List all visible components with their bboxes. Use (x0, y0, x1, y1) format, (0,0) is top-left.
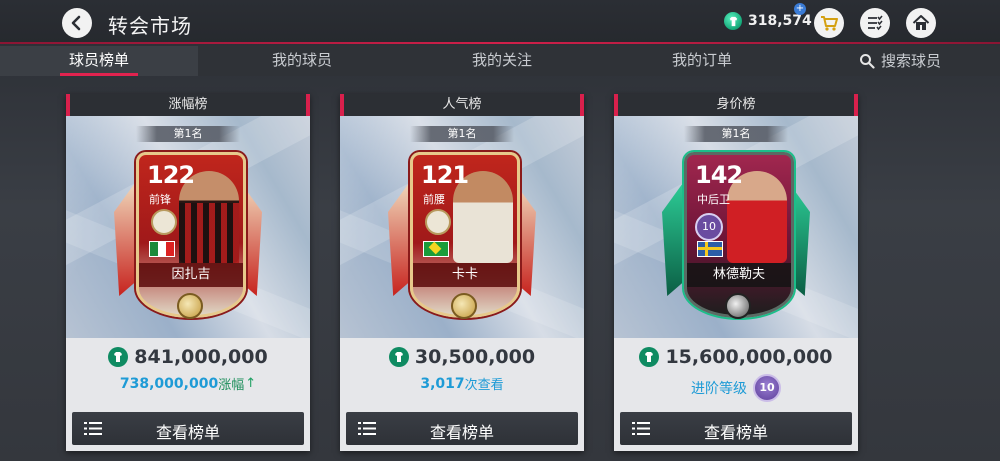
tab-my-orders[interactable]: 我的订单 (662, 46, 742, 76)
player-rating: 121 (421, 161, 469, 189)
view-count-value: 3,017 (420, 375, 465, 392)
shopping-cart-icon (821, 16, 838, 31)
view-ranking-button[interactable]: 查看榜单 (72, 412, 304, 445)
ball-icon (177, 293, 203, 319)
view-section: 查看榜单 (340, 404, 584, 451)
coin-icon (388, 347, 409, 367)
tab-search-players[interactable]: 搜索球员 (848, 46, 952, 76)
back-button[interactable] (62, 8, 92, 38)
card-header: 人气榜 (340, 94, 584, 116)
player-price: 30,500,000 (414, 346, 536, 368)
view-section: 查看榜单 (66, 404, 310, 451)
italy-flag-icon (149, 241, 175, 257)
top-bar: 转会市场 318,574 + (0, 0, 1000, 44)
page-title: 转会市场 (108, 14, 192, 38)
tab-bar: 球员榜单 我的球员 我的关注 我的订单 搜索球员 (0, 46, 1000, 76)
player-position: 前锋 (149, 193, 171, 206)
up-arrow-icon: ↑ (245, 376, 257, 391)
ranking-card-popular: 人气榜 第1名 121 前腰 卡卡 30,500,000 3,017 次查看 查… (340, 94, 584, 451)
ranking-card-value: 身价榜 第1名 142 中后卫 10 林德勒夫 15,600,000,000 进… (614, 94, 858, 451)
player-rating: 122 (147, 161, 195, 189)
program-emblem-icon (151, 209, 177, 235)
card-art[interactable]: 第1名 122 前锋 因扎吉 (66, 116, 310, 338)
card-art[interactable]: 第1名 121 前腰 卡卡 (340, 116, 584, 338)
price-change-value: 738,000,000 (119, 375, 219, 392)
card-art[interactable]: 第1名 142 中后卫 10 林德勒夫 (614, 116, 858, 338)
view-count-label: 次查看 (464, 378, 504, 393)
coin-value: 318,574 (748, 13, 812, 29)
ranking-card-gainers: 涨幅榜 第1名 122 前锋 因扎吉 841,000,000 738,000,0… (66, 94, 310, 451)
advance-level-label: 进阶等级 (691, 381, 747, 397)
ball-icon (725, 293, 751, 319)
program-emblem-icon (425, 209, 451, 235)
home-icon (912, 15, 930, 30)
add-coins-icon[interactable]: + (794, 3, 806, 15)
card-header: 身价榜 (614, 94, 858, 116)
player-card[interactable]: 122 前锋 因扎吉 (136, 152, 246, 319)
price-section: 841,000,000 738,000,000 涨幅 ↑ (66, 338, 310, 404)
player-card[interactable]: 142 中后卫 10 林德勒夫 (684, 152, 794, 319)
player-rating: 142 (695, 161, 743, 189)
search-icon (859, 54, 875, 69)
rank-label: 第1名 (410, 126, 514, 142)
shop-button[interactable] (814, 8, 844, 38)
player-position: 中后卫 (697, 193, 730, 206)
player-price: 15,600,000,000 (665, 346, 833, 368)
view-section: 查看榜单 (614, 404, 858, 451)
coin-icon (108, 347, 129, 367)
tab-my-players[interactable]: 我的球员 (262, 46, 342, 76)
advance-level-badge: 10 (753, 374, 781, 402)
view-ranking-button[interactable]: 查看榜单 (620, 412, 852, 445)
price-section: 30,500,000 3,017 次查看 (340, 338, 584, 404)
tab-my-follows[interactable]: 我的关注 (462, 46, 542, 76)
search-tab-label: 搜索球员 (880, 52, 941, 70)
sweden-flag-icon (697, 241, 723, 257)
checklist-button[interactable] (860, 8, 890, 38)
player-name: 卡卡 (413, 263, 517, 287)
price-change-label: 涨幅 (218, 378, 245, 393)
coin-icon (724, 12, 742, 30)
price-section: 15,600,000,000 进阶等级 10 (614, 338, 858, 404)
view-ranking-label: 查看榜单 (703, 423, 768, 442)
card-level-badge: 10 (695, 213, 723, 241)
checklist-icon (868, 15, 883, 31)
back-arrow-icon (71, 15, 81, 31)
card-header: 涨幅榜 (66, 94, 310, 116)
view-ranking-label: 查看榜单 (155, 423, 220, 442)
player-card[interactable]: 121 前腰 卡卡 (410, 152, 520, 319)
tab-player-rankings[interactable]: 球员榜单 (60, 46, 138, 76)
player-name: 因扎吉 (139, 263, 243, 287)
rank-label: 第1名 (684, 126, 788, 142)
rank-label: 第1名 (136, 126, 240, 142)
player-position: 前腰 (423, 193, 445, 206)
player-price: 841,000,000 (134, 346, 268, 368)
ball-icon (451, 293, 477, 319)
player-name: 林德勒夫 (687, 263, 791, 287)
view-ranking-label: 查看榜单 (429, 423, 494, 442)
home-button[interactable] (906, 8, 936, 38)
view-ranking-button[interactable]: 查看榜单 (346, 412, 578, 445)
brazil-flag-icon (423, 241, 449, 257)
coin-icon (639, 347, 660, 367)
